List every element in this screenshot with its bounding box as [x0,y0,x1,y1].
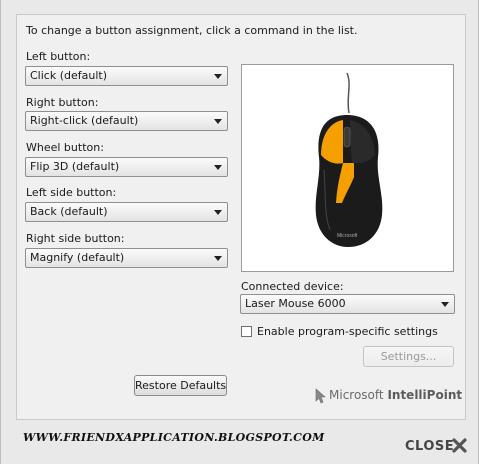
close-icon[interactable] [451,437,468,454]
connected-device-label: Connected device: [241,280,344,293]
right-button-value: Right-click (default) [30,114,139,127]
left-side-button-value: Back (default) [30,205,108,218]
brand-name: IntelliPoint [387,388,463,402]
right-side-button-value: Magnify (default) [30,251,125,264]
settings-button[interactable]: Settings... [363,346,454,367]
chevron-down-icon [214,165,222,170]
left-side-button-label: Left side button: [26,186,117,199]
right-side-button-label: Right side button: [26,232,125,245]
brand-prefix: Microsoft [329,388,384,402]
chevron-down-icon [441,302,449,307]
svg-text:Microsoft: Microsoft [337,233,358,239]
chevron-down-icon [214,74,222,79]
right-button-dropdown[interactable]: Right-click (default) [25,111,228,131]
left-button-value: Click (default) [30,69,107,82]
right-side-button-dropdown[interactable]: Magnify (default) [25,248,228,268]
restore-defaults-button[interactable]: Restore Defaults [134,375,227,396]
instruction-text: To change a button assignment, click a c… [26,24,358,37]
connected-device-value: Laser Mouse 6000 [245,297,346,310]
brand-logo: Microsoft IntelliPoint [329,388,462,402]
chevron-down-icon [214,256,222,261]
left-button-label: Left button: [26,50,91,63]
right-button-label: Right button: [26,96,99,109]
chevron-down-icon [214,119,222,124]
cursor-icon [315,388,326,404]
left-button-dropdown[interactable]: Click (default) [25,66,228,86]
connected-device-dropdown[interactable]: Laser Mouse 6000 [240,294,455,314]
mouse-image: Microsoft [315,72,383,247]
wheel-button-dropdown[interactable]: Flip 3D (default) [25,157,228,177]
dialog-frame: To change a button assignment, click a c… [0,0,479,464]
program-specific-checkbox[interactable] [241,326,252,337]
wheel-button-label: Wheel button: [26,141,104,154]
mouse-preview: Microsoft [241,64,454,272]
wheel-button-value: Flip 3D (default) [30,160,120,173]
mouse-buttons-panel: To change a button assignment, click a c… [16,14,466,420]
left-side-button-dropdown[interactable]: Back (default) [25,202,228,222]
chevron-down-icon [214,210,222,215]
watermark-text: WWW.FRIENDXAPPLICATION.BLOGSPOT.COM [23,431,325,444]
program-specific-label[interactable]: Enable program-specific settings [257,325,438,338]
close-label[interactable]: CLOSE [405,439,454,454]
